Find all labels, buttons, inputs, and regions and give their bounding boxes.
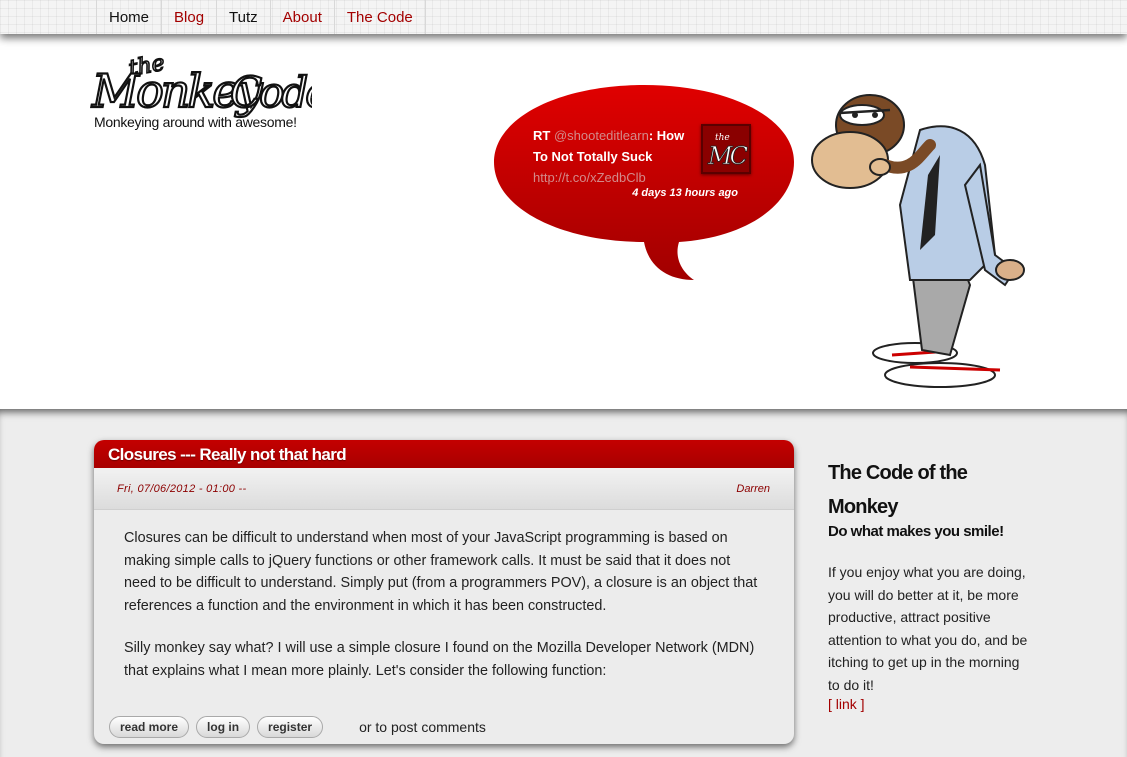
nav-item-home[interactable]: Home <box>97 0 163 34</box>
monkey-mascot-illustration <box>811 94 1025 388</box>
comment-prompt-text: or to post comments <box>359 719 486 735</box>
nav-item-the-code[interactable]: The Code <box>335 0 426 34</box>
blog-post-card: Closures --- Really not that hard Fri, 0… <box>94 440 794 744</box>
tweet-avatar[interactable]: the MC <box>701 124 751 174</box>
tweet-url-link[interactable]: http://t.co/xZedbClb <box>533 167 693 188</box>
sidebar-link[interactable]: [ link ] <box>828 696 865 712</box>
post-date: Fri, 07/06/2012 - 01:00 -- <box>117 483 247 495</box>
tweet-handle-link[interactable]: @shooteditlearn <box>554 128 649 143</box>
tweet-time: 4 days 13 hours ago <box>632 187 738 199</box>
nav-item-blog[interactable]: Blog <box>162 0 218 34</box>
svg-text:MC: MC <box>707 142 748 170</box>
tweet-text: RT @shooteditlearn: How To Not Totally S… <box>533 125 693 188</box>
register-button[interactable]: register <box>257 716 324 738</box>
sidebar-subtitle: Do what makes you smile! <box>828 523 1004 540</box>
read-more-button[interactable]: read more <box>109 716 190 738</box>
post-author-link[interactable]: Darren <box>736 483 770 495</box>
post-paragraph: Silly monkey say what? I will use a simp… <box>124 640 755 679</box>
sidebar: The Code of the Monkey Do what makes you… <box>828 456 1028 714</box>
post-meta: Fri, 07/06/2012 - 01:00 -- Darren <box>94 468 794 510</box>
site-tagline: Monkeying around with awesome! <box>94 114 297 130</box>
sidebar-title: The Code of the Monkey <box>828 462 968 518</box>
log-in-button[interactable]: log in <box>196 716 251 738</box>
post-links: read more log in register or to post com… <box>109 716 486 738</box>
nav-item-tutz[interactable]: Tutz <box>217 0 271 34</box>
post-title-bar: Closures --- Really not that hard <box>94 440 794 468</box>
nav-menu: Home Blog Tutz About The Code <box>96 0 426 34</box>
post-body: Closures can be difficult to understand … <box>94 510 794 682</box>
post-title-link[interactable]: Closures --- Really not that hard <box>108 445 347 464</box>
top-nav: Home Blog Tutz About The Code <box>0 0 1127 34</box>
svg-text:Code: Code <box>230 68 312 117</box>
post-paragraph: Closures can be difficult to understand … <box>124 530 758 614</box>
mc-logo-icon: the MC <box>707 133 751 170</box>
nav-item-about[interactable]: About <box>271 0 335 34</box>
sidebar-body: If you enjoy what you are doing, you wil… <box>828 564 1028 693</box>
tweet-prefix: RT <box>533 128 554 143</box>
